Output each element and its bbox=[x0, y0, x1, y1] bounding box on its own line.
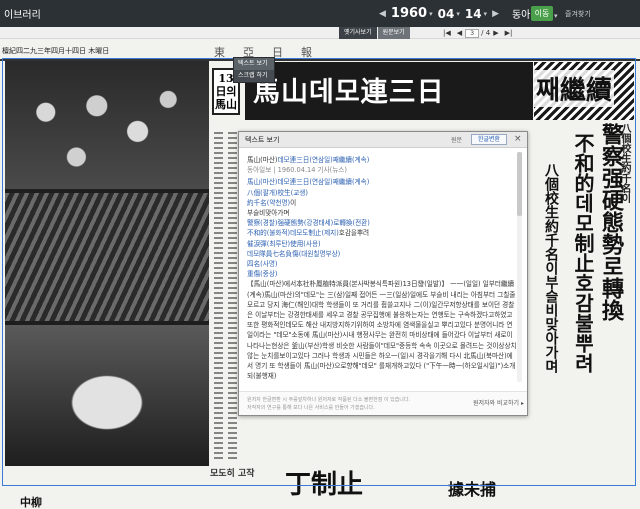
article-line: 부슬비맞아가며 bbox=[247, 208, 518, 218]
prev-date-icon[interactable]: ◀ bbox=[379, 9, 386, 19]
viewer-toolbar: 옛기사보기 원문보기 |◀ ◀ 3 / 4 ▶ ▶| bbox=[0, 27, 640, 39]
line-part: 이 bbox=[290, 198, 297, 207]
last-page-icon[interactable]: ▶| bbox=[505, 29, 513, 37]
year-dropdown-icon[interactable]: ▾ bbox=[429, 10, 433, 18]
year-value[interactable]: 1960 bbox=[391, 6, 427, 21]
line-part: 强硬態勢(강경태세) bbox=[277, 219, 334, 228]
article-line: 約千名(약천명)이 bbox=[247, 198, 518, 208]
mode-tabs: 옛기사보기 원문보기 bbox=[339, 27, 411, 39]
article-line: 四名(사명) bbox=[247, 259, 518, 269]
brand-title[interactable]: 이브러리 bbox=[4, 6, 41, 21]
top-bar: 이브러리 ◀ 1960 ▾ 04 ▾ 14 ▾ ▶ 동아일보 ▾ 이동 즐겨찾기 bbox=[0, 0, 640, 27]
line-part: 데모隊員七名負傷(대원칠명부상) bbox=[247, 249, 341, 258]
line-part: 호감을뿌려 bbox=[338, 229, 370, 238]
masthead: 檀紀四二九三年四月十四日 木曜日 東亞日報 bbox=[0, 44, 640, 61]
line-part: 八個(팔개) bbox=[247, 188, 278, 197]
bookmark-link[interactable]: 즐겨찾기 bbox=[565, 9, 591, 19]
line-part: 데모連三日(연삼일) bbox=[277, 178, 333, 187]
masthead-date: 檀紀四二九三年四月十四日 木曜日 bbox=[2, 47, 110, 55]
line-part: 約千名(약천명) bbox=[247, 198, 291, 207]
line-part: 催淚彈(최루탄) bbox=[247, 239, 291, 248]
article-meta: 동아일보 | 1960.04.14 기사(뉴스) bbox=[247, 166, 347, 175]
line-part: 馬山(마산) bbox=[247, 178, 278, 187]
page-total: / 4 bbox=[481, 29, 491, 37]
go-button[interactable]: 이동 bbox=[531, 6, 553, 21]
close-icon[interactable]: × bbox=[514, 134, 522, 144]
line-part: 警察(경찰) bbox=[247, 219, 278, 228]
line-part: 四名(사명) bbox=[247, 260, 278, 269]
date-navigator: ◀ 1960 ▾ 04 ▾ 14 ▾ ▶ 동아일보 ▾ bbox=[374, 3, 558, 24]
page-number-input[interactable]: 3 bbox=[465, 28, 480, 38]
day-value[interactable]: 14 bbox=[465, 7, 482, 21]
article-title: 馬山(마산)데모連三日(연삼일)째繼續(계속) bbox=[247, 155, 518, 165]
line-part: 로轉換(전환) bbox=[333, 219, 370, 228]
line-part: 不和的(불화적) bbox=[247, 229, 291, 238]
article-paragraph: 【馬山(마산)에서本社朴鳳植特派員(본사박봉식특파원)13日發(일발)】 一一(… bbox=[247, 280, 517, 381]
day-dropdown-icon[interactable]: ▾ bbox=[484, 10, 488, 18]
month-dropdown-icon[interactable]: ▾ bbox=[456, 10, 460, 18]
article-line: 重傷(중상) bbox=[247, 269, 518, 279]
line-part: 부슬비맞아가며 bbox=[247, 209, 290, 218]
article-line: 不和的(불화적)데모도制止(제지)호감을뿌려 bbox=[247, 228, 518, 238]
page-pager: |◀ ◀ 3 / 4 ▶ ▶| bbox=[440, 27, 515, 39]
dialog-footer: 원저자 한글변환 시 주를앞차하나 원저자로 작품된 다소 불편한점 이 있습니… bbox=[239, 391, 527, 415]
newspaper-dropdown-icon: ▾ bbox=[553, 12, 558, 20]
line-part: 使用(사용) bbox=[290, 239, 321, 248]
footer-notice: 저작자의 연구를 통해 보다 나은 서비스를 만들어 가겠습니다. bbox=[247, 405, 375, 411]
title-part: 데모連三日(연삼일) bbox=[277, 156, 333, 164]
tab-original[interactable]: 원문보기 bbox=[377, 27, 410, 39]
menu-item-text-view[interactable]: 텍스트 보기 bbox=[234, 58, 274, 70]
bottom-left-headline: 中柳 bbox=[20, 496, 42, 509]
article-line: 데모隊員七名負傷(대원칠명부상) bbox=[247, 249, 518, 259]
scrollbar-thumb[interactable] bbox=[517, 152, 522, 216]
next-date-icon[interactable]: ▶ bbox=[492, 9, 499, 19]
first-page-icon[interactable]: |◀ bbox=[443, 29, 451, 37]
tab-old-article[interactable]: 옛기사보기 bbox=[339, 27, 377, 39]
menu-item-scrap[interactable]: 스크랩 하기 bbox=[234, 70, 274, 82]
original-text-toggle[interactable]: 원문 bbox=[451, 135, 462, 144]
view-mode-menu: 텍스트 보기 스크랩 하기 bbox=[233, 57, 275, 83]
article-line: 馬山(마산)데모連三日(연삼일)째繼續(계속) bbox=[247, 177, 518, 187]
article-lines: 馬山(마산)데모連三日(연삼일)째繼續(계속) 八個(팔개)校生(교생) 約千名(약… bbox=[247, 177, 518, 279]
dialog-title: 텍스트 보기 bbox=[245, 136, 280, 144]
line-part: 重傷(중상) bbox=[247, 270, 278, 279]
month-value[interactable]: 04 bbox=[438, 7, 455, 21]
footer-notice: 원저자 한글변환 시 주를앞차하나 원저자로 작품된 다소 불편한점 이 있습니… bbox=[247, 397, 411, 403]
text-view-dialog: 텍스트 보기 원문 한글변환 × 馬山(마산)데모連三日(연삼일)째繼續(계속)… bbox=[238, 131, 528, 416]
line-part: 데모도制止(제지) bbox=[290, 229, 339, 238]
line-part: 째繼續(계속) bbox=[332, 178, 370, 187]
next-page-icon[interactable]: ▶ bbox=[493, 29, 498, 37]
title-part: 째繼續(계속) bbox=[332, 156, 370, 164]
prev-page-icon[interactable]: ◀ bbox=[457, 29, 462, 37]
line-part: 校生(교생) bbox=[277, 188, 308, 197]
article-line: 催淚彈(최루탄)使用(사용) bbox=[247, 239, 518, 249]
article-line: 八個(팔개)校生(교생) bbox=[247, 188, 518, 198]
dialog-scrollbar[interactable] bbox=[517, 152, 522, 382]
dialog-body: 馬山(마산)데모連三日(연삼일)째繼續(계속) 동아일보 | 1960.04.1… bbox=[239, 149, 527, 391]
compare-link[interactable]: 원저자와 비교하기 ▸ bbox=[473, 398, 524, 407]
title-part: 馬山(마산) bbox=[247, 156, 278, 164]
hangul-convert-button[interactable]: 한글변환 bbox=[471, 134, 507, 145]
dialog-header: 텍스트 보기 원문 한글변환 × bbox=[239, 132, 527, 148]
article-line: 警察(경찰)强硬態勢(강경태세)로轉換(전환) bbox=[247, 218, 518, 228]
